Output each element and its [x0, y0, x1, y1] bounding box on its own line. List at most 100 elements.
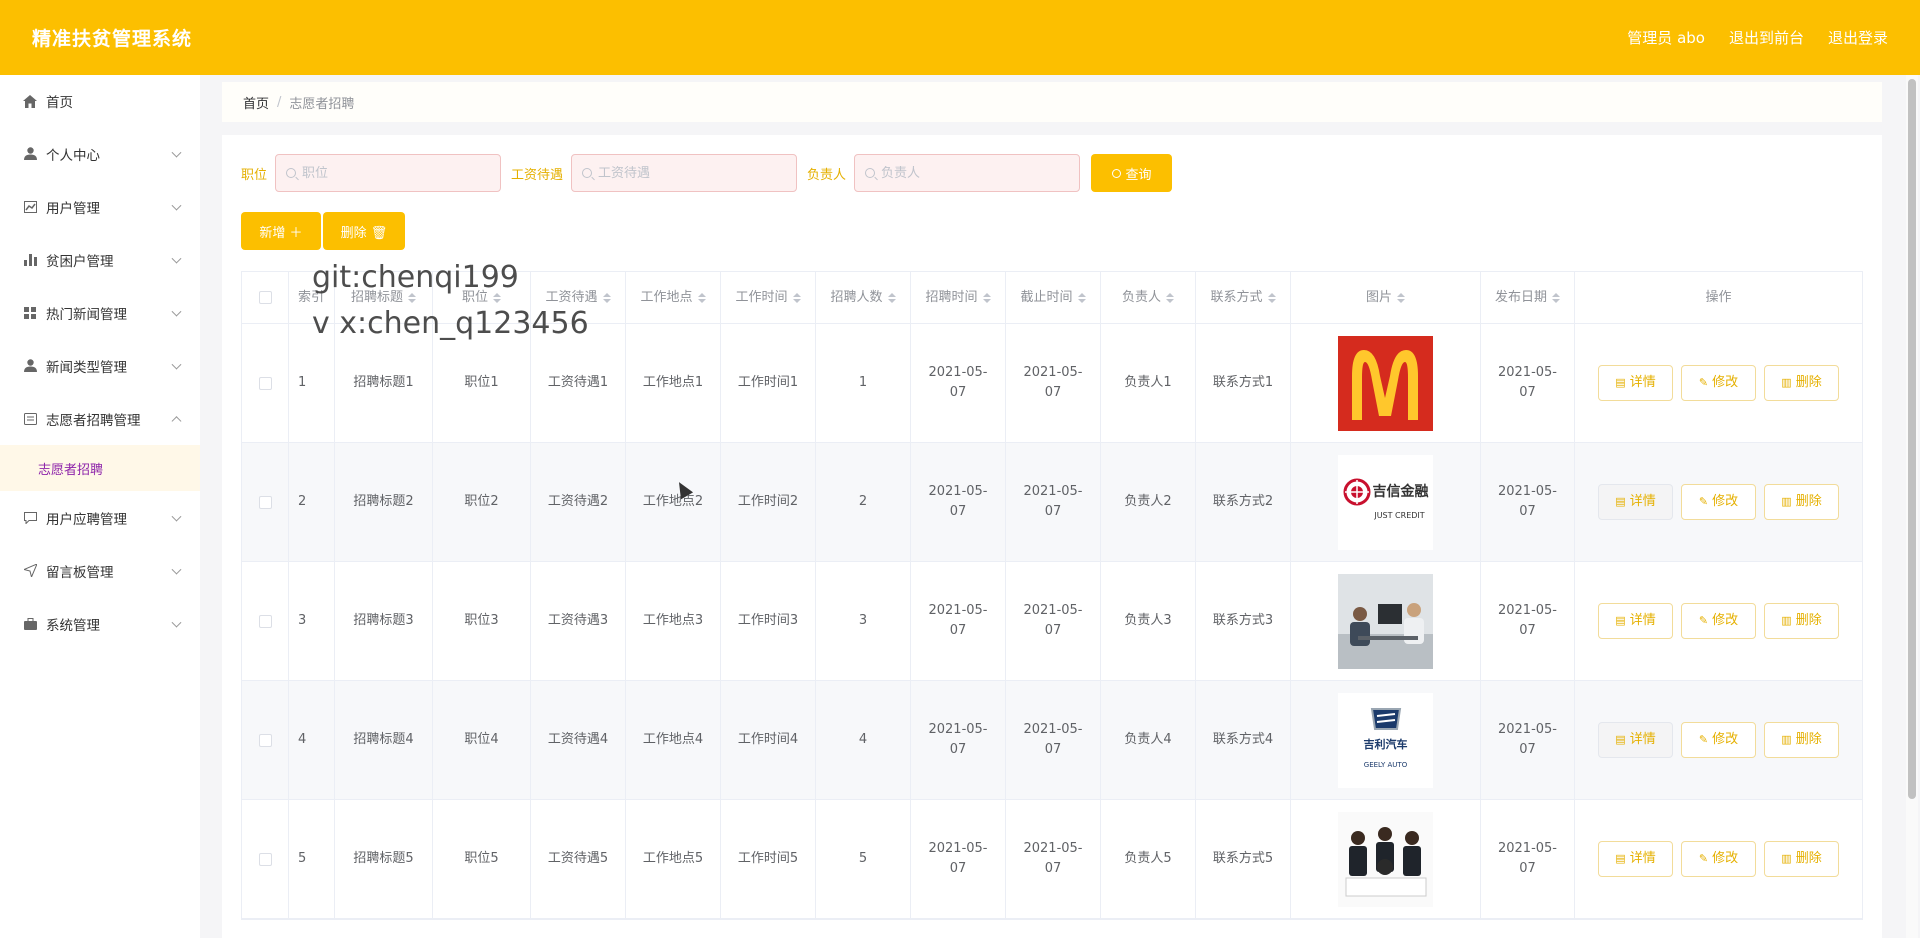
delete-button[interactable]: ▥ 删除	[1764, 365, 1839, 401]
col-work-time[interactable]: 工作时间	[721, 272, 816, 323]
col-start[interactable]: 招聘时间	[911, 272, 1006, 323]
detail-button[interactable]: ▤ 详情	[1598, 722, 1673, 758]
col-publish-date[interactable]: 发布日期	[1481, 272, 1575, 323]
salary-input[interactable]	[598, 165, 779, 181]
sidebar-subitem-volunteer[interactable]: 志愿者招聘	[0, 445, 200, 491]
trash-icon: ▥	[1781, 733, 1792, 746]
just-credit-logo[interactable]: 吉信金融 JUST CREDIT	[1338, 454, 1433, 550]
cell-count: 2	[816, 443, 911, 561]
query-button[interactable]: 查询	[1091, 154, 1173, 192]
cell-actions: ▤ 详情 ✎ 修改 ▥ 删除	[1575, 681, 1862, 799]
col-place[interactable]: 工作地点	[626, 272, 721, 323]
sidebar-item-users[interactable]: 用户管理	[0, 180, 200, 233]
position-input[interactable]	[302, 165, 483, 181]
cell-actions: ▤ 详情 ✎ 修改 ▥ 删除	[1575, 800, 1862, 918]
sidebar-item-system[interactable]: 系统管理	[0, 597, 200, 650]
row-checkbox[interactable]	[258, 495, 272, 509]
scrollbar[interactable]	[1906, 75, 1918, 938]
add-button[interactable]: 新增 ＋	[241, 212, 321, 250]
cell-work-time: 工作时间4	[721, 681, 816, 799]
cell-count: 5	[816, 800, 911, 918]
owner-field[interactable]	[854, 154, 1081, 192]
col-count[interactable]: 招聘人数	[816, 272, 911, 323]
cell-publish-date: 2021-05-07	[1481, 562, 1575, 680]
edit-button[interactable]: ✎ 修改	[1681, 365, 1756, 401]
sidebar-item-label: 热门新闻管理	[46, 306, 127, 323]
edit-button[interactable]: ✎ 修改	[1681, 722, 1756, 758]
col-picture-label: 图片	[1365, 289, 1392, 305]
breadcrumb-home[interactable]: 首页	[243, 93, 269, 112]
chevron-down-icon	[171, 147, 182, 158]
salary-field[interactable]	[571, 154, 798, 192]
edit-button[interactable]: ✎ 修改	[1681, 484, 1756, 520]
cell-contact: 联系方式2	[1196, 443, 1291, 561]
mcdonalds-logo[interactable]	[1338, 335, 1433, 431]
cell-count: 1	[816, 324, 911, 442]
cell-place: 工作地点4	[626, 681, 721, 799]
query-label: 查询	[1125, 167, 1152, 183]
delete-button[interactable]: ▥ 删除	[1764, 841, 1839, 877]
col-picture[interactable]: 图片	[1291, 272, 1481, 323]
detail-button[interactable]: ▤ 详情	[1598, 603, 1673, 639]
cell-owner: 负责人1	[1101, 324, 1196, 442]
sort-icon	[602, 292, 611, 303]
row-checkbox[interactable]	[258, 733, 272, 747]
delete-button[interactable]: ▥ 删除	[1764, 484, 1839, 520]
logout-link[interactable]: 退出登录	[1828, 27, 1888, 48]
cell-owner: 负责人2	[1101, 443, 1196, 561]
office-photo[interactable]	[1338, 573, 1433, 669]
cell-actions: ▤ 详情 ✎ 修改 ▥ 删除	[1575, 562, 1862, 680]
detail-button[interactable]: ▤ 详情	[1598, 841, 1673, 877]
sidebar-item-news-type[interactable]: 新闻类型管理	[0, 339, 200, 392]
cell-index: 2	[289, 443, 335, 561]
sidebar-item-hot-news[interactable]: 热门新闻管理	[0, 286, 200, 339]
row-checkbox[interactable]	[258, 614, 272, 628]
col-end[interactable]: 截止时间	[1006, 272, 1101, 323]
sidebar-item-message-board[interactable]: 留言板管理	[0, 544, 200, 597]
team-photo[interactable]	[1338, 811, 1433, 907]
sidebar-item-label: 首页	[46, 95, 73, 111]
cell-index: 5	[289, 800, 335, 918]
col-contact[interactable]: 联系方式	[1196, 272, 1291, 323]
select-all-cell	[242, 272, 289, 323]
delete-label: 删除	[1795, 851, 1822, 866]
cell-work-time: 工作时间1	[721, 324, 816, 442]
col-owner[interactable]: 负责人	[1101, 272, 1196, 323]
sidebar-item-applications[interactable]: 用户应聘管理	[0, 491, 200, 544]
table-row: 2 招聘标题2 职位2 工资待遇2 工作地点2 工作时间2 2 2021-05-…	[242, 443, 1862, 562]
cell-contact: 联系方式1	[1196, 324, 1291, 442]
delete-button[interactable]: ▥ 删除	[1764, 722, 1839, 758]
chat-icon	[22, 510, 38, 526]
batch-delete-button[interactable]: 删除 🗑	[323, 212, 405, 250]
chevron-down-icon	[171, 511, 182, 522]
delete-button[interactable]: ▥ 删除	[1764, 603, 1839, 639]
sidebar-item-poor-households[interactable]: 贫困户管理	[0, 233, 200, 286]
detail-button[interactable]: ▤ 详情	[1598, 365, 1673, 401]
sidebar-item-personal[interactable]: 个人中心	[0, 127, 200, 180]
row-checkbox[interactable]	[258, 376, 272, 390]
edit-button[interactable]: ✎ 修改	[1681, 603, 1756, 639]
cell-actions: ▤ 详情 ✎ 修改 ▥ 删除	[1575, 443, 1862, 561]
chevron-down-icon	[171, 359, 182, 370]
table-row: 4 招聘标题4 职位4 工资待遇4 工作地点4 工作时间4 4 2021-05-…	[242, 681, 1862, 800]
sidebar-item-volunteer-recruit[interactable]: 志愿者招聘管理	[0, 392, 200, 445]
cell-picture	[1291, 800, 1481, 918]
geely-logo[interactable]: 吉利汽车 GEELY AUTO	[1338, 692, 1433, 788]
cell-start: 2021-05-07	[911, 681, 1006, 799]
go-front-link[interactable]: 退出到前台	[1729, 27, 1804, 48]
col-count-label: 招聘人数	[830, 289, 883, 305]
detail-button[interactable]: ▤ 详情	[1598, 484, 1673, 520]
owner-input[interactable]	[881, 165, 1062, 181]
col-actions: 操作	[1705, 289, 1732, 305]
geely-en: GEELY AUTO	[1363, 760, 1408, 769]
select-all-checkbox[interactable]	[258, 291, 272, 304]
position-field[interactable]	[275, 154, 502, 192]
trash-icon: ▥	[1781, 852, 1792, 865]
chevron-up-icon	[171, 415, 182, 426]
edit-button[interactable]: ✎ 修改	[1681, 841, 1756, 877]
delete-label: 删除	[1795, 494, 1822, 509]
sidebar-item-home[interactable]: 首页	[0, 75, 200, 127]
owner-label: 负责人	[807, 167, 847, 183]
scrollbar-thumb[interactable]	[1908, 79, 1916, 799]
row-checkbox[interactable]	[258, 852, 272, 866]
